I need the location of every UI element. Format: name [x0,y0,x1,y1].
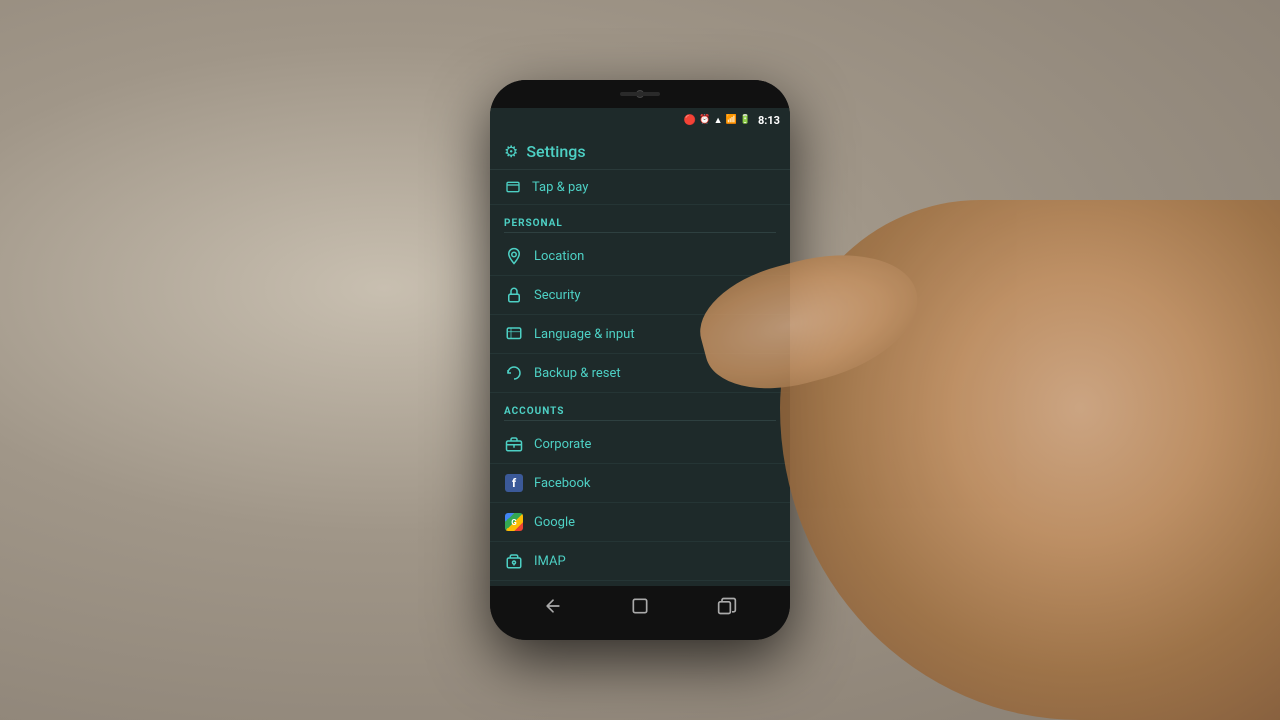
backup-label: Backup & reset [534,366,621,381]
google-icon: G [504,512,524,532]
battery-icon: 🔋 [740,115,751,125]
imap-label: IMAP [534,554,566,569]
location-item[interactable]: Location [490,237,790,276]
wifi-icon: ▲ [714,115,723,126]
phone-top-bar [490,80,790,108]
accounts-section-label: ACCOUNTS [504,406,564,417]
personal-section-label: PERSONAL [504,218,563,229]
security-icon [504,285,524,305]
signal-icon: 📶 [726,115,737,125]
recents-button[interactable] [711,590,743,627]
backup-icon [504,363,524,383]
google-item[interactable]: G Google [490,503,790,542]
status-time: 8:13 [758,114,780,127]
accounts-divider [504,420,776,421]
home-button[interactable] [624,590,656,627]
corporate-label: Corporate [534,437,591,452]
phone-bottom [490,630,790,640]
google-logo: G [505,513,523,531]
alarm-icon: ⏰ [699,115,710,125]
facebook-item[interactable]: f Facebook [490,464,790,503]
back-button[interactable] [537,590,569,627]
location-icon [504,246,524,266]
settings-title: Settings [526,142,585,161]
nav-bar [490,586,790,630]
accounts-section-header: ACCOUNTS [490,393,790,425]
location-label: Location [534,249,584,264]
phone-speaker [620,92,660,96]
personal-section-header: PERSONAL [490,205,790,237]
settings-header: ⚙ Settings [490,132,790,170]
status-icons: 🔴 ⏰ ▲ 📶 🔋 8:13 [684,114,780,127]
briefcase-icon [504,434,524,454]
language-icon [504,324,524,344]
corporate-item[interactable]: Corporate [490,425,790,464]
tap-pay-icon [504,178,522,196]
personal-divider [504,232,776,233]
security-label: Security [534,288,581,303]
facebook-logo: f [505,474,523,492]
language-label: Language & input [534,327,635,342]
tap-pay-label: Tap & pay [532,180,588,195]
gear-icon: ⚙ [504,142,518,161]
facebook-label: Facebook [534,476,590,491]
google-label: Google [534,515,575,530]
bluetooth-icon: 🔴 [684,115,696,126]
imap-icon [504,551,524,571]
status-bar: 🔴 ⏰ ▲ 📶 🔋 8:13 [490,108,790,132]
facebook-icon: f [504,473,524,493]
imap-item[interactable]: IMAP [490,542,790,581]
tap-pay-row[interactable]: Tap & pay [490,170,790,205]
